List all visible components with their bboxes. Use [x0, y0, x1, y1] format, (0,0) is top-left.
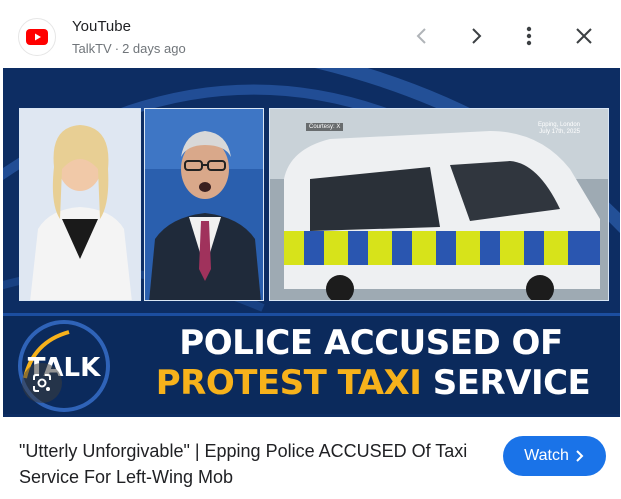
footage-credit: Courtesy: X	[306, 123, 344, 131]
site-name: YouTube	[72, 18, 131, 35]
more-vert-icon	[526, 26, 532, 46]
presenter-video-panel	[19, 108, 141, 301]
result-card: YouTube TalkTV · 2 days ago Courtesy: X …	[0, 0, 621, 499]
talk-logo: TALK	[13, 318, 115, 414]
video-thumbnail[interactable]: Courtesy: X Epping, London July 17th, 20…	[3, 68, 620, 417]
separator-dot: ·	[114, 41, 120, 56]
chevron-left-icon	[416, 28, 426, 44]
police-van-video-panel: Courtesy: X Epping, London July 17th, 20…	[269, 108, 609, 301]
video-title[interactable]: "Utterly Unforgivable" | Epping Police A…	[19, 438, 487, 490]
headline-highlight: PROTEST TAXI	[155, 363, 422, 403]
previous-button[interactable]	[408, 22, 436, 50]
chevron-right-icon	[576, 450, 584, 462]
more-options-button[interactable]	[515, 22, 543, 50]
headline-line-2: PROTEST TAXI SERVICE	[143, 363, 603, 403]
source-line: TalkTV · 2 days ago	[72, 41, 186, 56]
time-ago: 2 days ago	[122, 41, 186, 56]
google-lens-icon	[33, 374, 51, 392]
youtube-logo-icon	[18, 18, 56, 56]
close-button[interactable]	[570, 22, 598, 50]
guest-figure	[145, 109, 263, 300]
location-caption: Epping, London July 17th, 2025	[538, 122, 580, 136]
next-button[interactable]	[462, 22, 490, 50]
headline-rest: SERVICE	[432, 363, 591, 403]
close-icon	[576, 28, 592, 44]
headline-line-1: POLICE ACCUSED OF	[179, 323, 563, 363]
watch-button[interactable]: Watch	[503, 436, 606, 476]
location-line: Epping, London	[537, 122, 580, 128]
police-van-image	[270, 109, 608, 300]
presenter-figure	[20, 109, 140, 300]
guest-video-panel	[144, 108, 264, 301]
google-lens-button[interactable]	[22, 363, 62, 403]
chevron-right-icon	[472, 28, 482, 44]
card-header: YouTube TalkTV · 2 days ago	[0, 0, 621, 68]
channel-name: TalkTV	[72, 41, 112, 56]
date-line: July 17th, 2025	[539, 129, 580, 135]
watch-button-label: Watch	[524, 447, 569, 464]
